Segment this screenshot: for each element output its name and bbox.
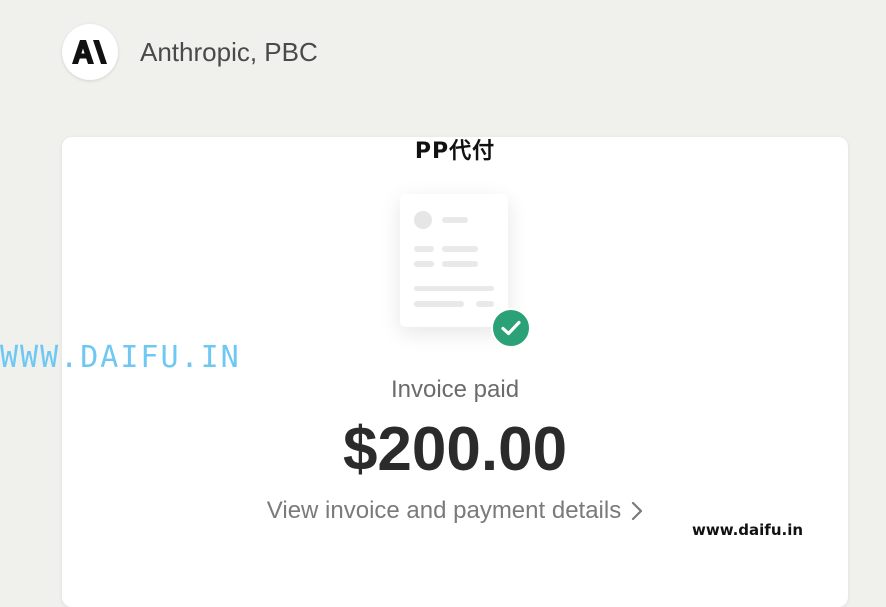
- watermark-top: PP代付: [414, 139, 496, 164]
- receipt-line: [414, 286, 494, 291]
- invoice-status: Invoice paid: [390, 376, 520, 403]
- details-link-label: View invoice and payment details: [266, 497, 622, 524]
- invoice-amount: $200.00: [342, 415, 568, 484]
- receipt-line: [476, 301, 494, 307]
- receipt-line: [414, 246, 434, 252]
- receipt-line: [442, 246, 478, 252]
- receipt-line: [442, 261, 478, 267]
- chevron-right-icon: [631, 501, 643, 521]
- receipt-line: [442, 217, 468, 223]
- receipt-avatar-placeholder: [414, 211, 432, 229]
- watermark-right: www.daifu.in: [692, 521, 804, 539]
- check-circle-icon: [491, 308, 531, 348]
- receipt-icon: [400, 194, 508, 327]
- merchant-header: Anthropic, PBC: [62, 24, 318, 80]
- merchant-name: Anthropic, PBC: [140, 36, 318, 67]
- receipt-line: [414, 261, 434, 267]
- anthropic-logo-icon: [62, 24, 118, 80]
- receipt-line: [414, 301, 464, 307]
- watermark-left: WWW.DAIFU.IN: [0, 340, 241, 375]
